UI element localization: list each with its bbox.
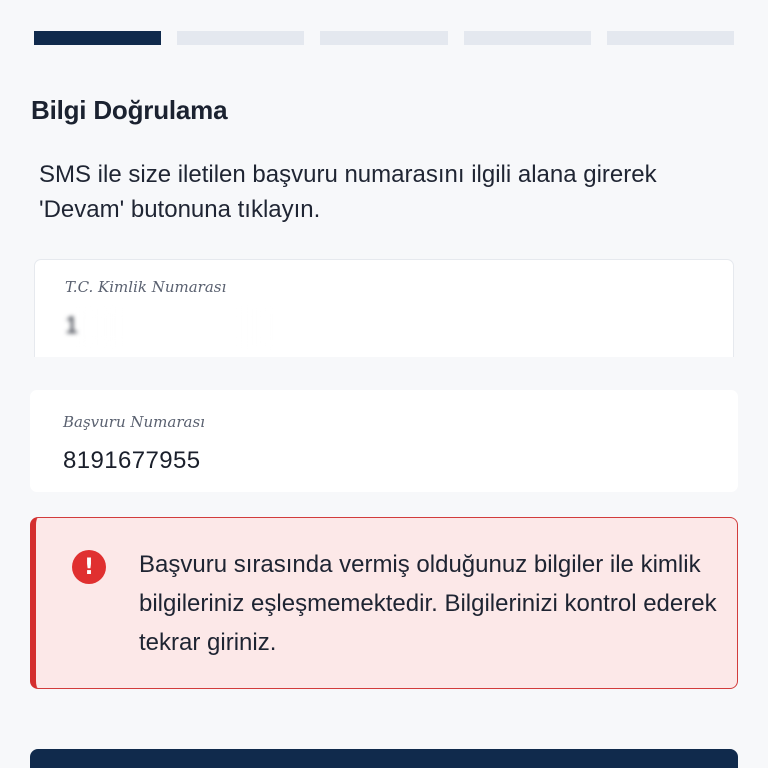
- error-message: Başvuru sırasında vermiş olduğunuz bilgi…: [139, 551, 717, 656]
- instruction-text: SMS ile size iletilen başvuru numarasını…: [39, 161, 657, 223]
- application-number-label: Başvuru Numarası: [63, 413, 205, 431]
- progress-step-1: [34, 31, 162, 45]
- error-alert: ! Başvuru sırasında vermiş olduğunuz bil…: [30, 517, 738, 689]
- tc-kimlik-value[interactable]: 1: [65, 312, 79, 340]
- application-number-value[interactable]: 8191677955: [63, 447, 200, 475]
- progress-step-3: [320, 31, 448, 45]
- tc-kimlik-label: T.C. Kimlik Numarası: [65, 278, 227, 296]
- application-number-field[interactable]: Başvuru Numarası 8191677955: [30, 390, 738, 492]
- masked-value-blur: [79, 308, 279, 346]
- exclamation-circle-icon: !: [72, 550, 106, 584]
- progress-step-5: [606, 31, 735, 45]
- page-title: Bilgi Doğrulama: [31, 95, 228, 125]
- progress-step-2: [177, 31, 305, 45]
- tc-kimlik-field[interactable]: T.C. Kimlik Numarası 1: [34, 259, 734, 357]
- progress-steps: [34, 31, 735, 45]
- verification-screen: Bilgi Doğrulama SMS ile size iletilen ba…: [0, 0, 768, 768]
- progress-step-4: [463, 31, 591, 45]
- continue-button[interactable]: [30, 749, 738, 768]
